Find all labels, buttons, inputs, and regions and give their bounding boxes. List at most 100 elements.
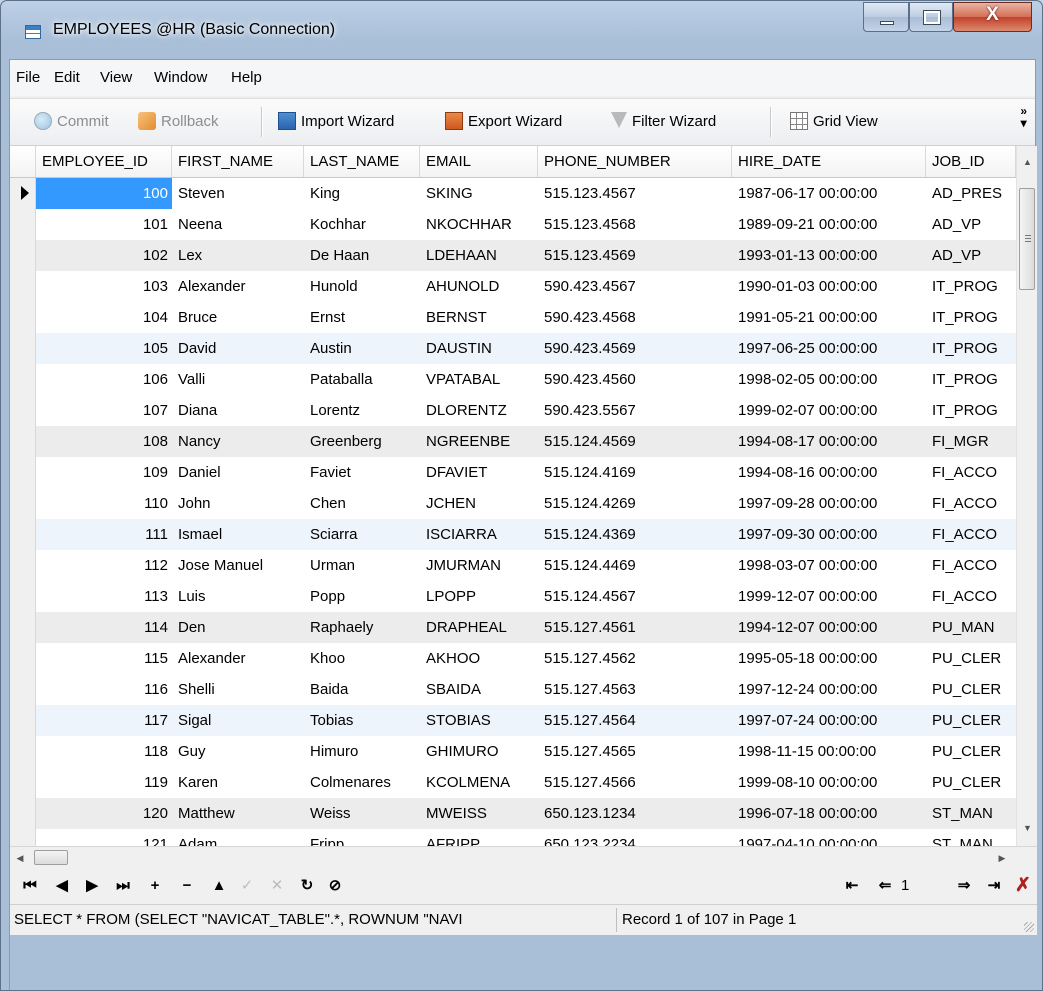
cell-first-name[interactable]: Den bbox=[172, 612, 304, 643]
table-row[interactable]: 120 Matthew Weiss MWEISS 650.123.1234 1996-07… bbox=[10, 798, 1016, 829]
cell-hire-date[interactable]: 1999-08-10 00:00:00 bbox=[732, 767, 926, 798]
cell-hire-date[interactable]: 1997-12-24 00:00:00 bbox=[732, 674, 926, 705]
cell-last-name[interactable]: Fripp bbox=[304, 829, 420, 846]
cell-last-name[interactable]: Hunold bbox=[304, 271, 420, 302]
row-indicator[interactable] bbox=[10, 209, 36, 240]
cell-job-id[interactable]: FI_ACCO bbox=[926, 519, 1016, 550]
menu-window[interactable]: Window bbox=[154, 69, 207, 86]
cell-job-id[interactable]: AD_PRES bbox=[926, 178, 1016, 209]
cell-hire-date[interactable]: 1997-07-24 00:00:00 bbox=[732, 705, 926, 736]
cell-employee-id[interactable]: 107 bbox=[36, 395, 172, 426]
cell-hire-date[interactable]: 1989-09-21 00:00:00 bbox=[732, 209, 926, 240]
cell-email[interactable]: DAUSTIN bbox=[420, 333, 538, 364]
cell-email[interactable]: SBAIDA bbox=[420, 674, 538, 705]
row-indicator[interactable] bbox=[10, 767, 36, 798]
cell-employee-id[interactable]: 113 bbox=[36, 581, 172, 612]
cell-hire-date[interactable]: 1997-06-25 00:00:00 bbox=[732, 333, 926, 364]
cell-first-name[interactable]: Ismael bbox=[172, 519, 304, 550]
cell-first-name[interactable]: Shelli bbox=[172, 674, 304, 705]
filter-wizard-button[interactable]: Filter Wizard bbox=[611, 110, 716, 134]
table-row[interactable]: 105 David Austin DAUSTIN 590.423.4569 1997-06… bbox=[10, 333, 1016, 364]
cell-first-name[interactable]: Adam bbox=[172, 829, 304, 846]
cell-email[interactable]: GHIMURO bbox=[420, 736, 538, 767]
cell-phone-number[interactable]: 515.124.4567 bbox=[538, 581, 732, 612]
row-indicator[interactable] bbox=[10, 488, 36, 519]
cell-job-id[interactable]: FI_ACCO bbox=[926, 581, 1016, 612]
table-row[interactable]: 101 Neena Kochhar NKOCHHAR 515.123.4568 1989-… bbox=[10, 209, 1016, 240]
cell-first-name[interactable]: Bruce bbox=[172, 302, 304, 333]
cell-job-id[interactable]: PU_CLER bbox=[926, 705, 1016, 736]
cell-email[interactable]: VPATABAL bbox=[420, 364, 538, 395]
vertical-scroll-thumb[interactable] bbox=[1019, 188, 1035, 290]
row-indicator[interactable] bbox=[10, 736, 36, 767]
close-button[interactable]: X bbox=[953, 2, 1032, 32]
row-indicator[interactable] bbox=[10, 519, 36, 550]
table-row[interactable]: 118 Guy Himuro GHIMURO 515.127.4565 1998-11-1… bbox=[10, 736, 1016, 767]
cell-last-name[interactable]: King bbox=[304, 178, 420, 209]
vertical-scrollbar[interactable]: ▲ ▼ bbox=[1016, 146, 1037, 846]
table-row[interactable]: 102 Lex De Haan LDEHAAN 515.123.4569 1993-01-… bbox=[10, 240, 1016, 271]
cell-last-name[interactable]: Himuro bbox=[304, 736, 420, 767]
row-indicator[interactable] bbox=[10, 395, 36, 426]
cell-employee-id[interactable]: 111 bbox=[36, 519, 172, 550]
cell-job-id[interactable]: AD_VP bbox=[926, 209, 1016, 240]
cell-first-name[interactable]: Sigal bbox=[172, 705, 304, 736]
menu-help[interactable]: Help bbox=[231, 69, 262, 86]
cell-phone-number[interactable]: 590.423.5567 bbox=[538, 395, 732, 426]
cell-hire-date[interactable]: 1994-08-17 00:00:00 bbox=[732, 426, 926, 457]
cell-job-id[interactable]: IT_PROG bbox=[926, 395, 1016, 426]
cell-last-name[interactable]: Chen bbox=[304, 488, 420, 519]
cell-last-name[interactable]: Greenberg bbox=[304, 426, 420, 457]
cell-job-id[interactable]: ST_MAN bbox=[926, 798, 1016, 829]
cell-email[interactable]: DFAVIET bbox=[420, 457, 538, 488]
first-page-button[interactable]: ⇤ bbox=[840, 876, 864, 896]
move-up-button[interactable]: ▲ bbox=[208, 876, 230, 896]
cell-email[interactable]: DRAPHEAL bbox=[420, 612, 538, 643]
cell-first-name[interactable]: Karen bbox=[172, 767, 304, 798]
cell-first-name[interactable]: Matthew bbox=[172, 798, 304, 829]
cell-employee-id[interactable]: 114 bbox=[36, 612, 172, 643]
next-page-button[interactable]: ⇒ bbox=[952, 876, 976, 896]
row-indicator[interactable] bbox=[10, 457, 36, 488]
row-indicator[interactable] bbox=[10, 674, 36, 705]
cell-employee-id[interactable]: 115 bbox=[36, 643, 172, 674]
row-indicator[interactable] bbox=[10, 612, 36, 643]
cell-email[interactable]: JCHEN bbox=[420, 488, 538, 519]
column-header-phone-number[interactable]: PHONE_NUMBER bbox=[538, 146, 732, 177]
cell-phone-number[interactable]: 590.423.4569 bbox=[538, 333, 732, 364]
cell-job-id[interactable]: IT_PROG bbox=[926, 364, 1016, 395]
table-row[interactable]: 103 Alexander Hunold AHUNOLD 590.423.4567 199… bbox=[10, 271, 1016, 302]
cell-last-name[interactable]: Colmenares bbox=[304, 767, 420, 798]
cell-phone-number[interactable]: 515.127.4562 bbox=[538, 643, 732, 674]
row-indicator[interactable] bbox=[10, 426, 36, 457]
cell-phone-number[interactable]: 590.423.4567 bbox=[538, 271, 732, 302]
cell-phone-number[interactable]: 515.124.4269 bbox=[538, 488, 732, 519]
cell-email[interactable]: LPOPP bbox=[420, 581, 538, 612]
prev-record-button[interactable]: ◀ bbox=[52, 876, 72, 896]
scroll-up-icon[interactable]: ▲ bbox=[1017, 152, 1038, 172]
cell-email[interactable]: NGREENBE bbox=[420, 426, 538, 457]
cell-first-name[interactable]: Daniel bbox=[172, 457, 304, 488]
row-indicator[interactable] bbox=[10, 581, 36, 612]
menu-edit[interactable]: Edit bbox=[54, 69, 80, 86]
row-indicator[interactable] bbox=[10, 240, 36, 271]
table-row[interactable]: 117 Sigal Tobias STOBIAS 515.127.4564 1997-07… bbox=[10, 705, 1016, 736]
import-wizard-button[interactable]: Import Wizard bbox=[278, 110, 394, 134]
cell-email[interactable]: BERNST bbox=[420, 302, 538, 333]
cell-phone-number[interactable]: 515.124.4369 bbox=[538, 519, 732, 550]
cell-email[interactable]: LDEHAAN bbox=[420, 240, 538, 271]
cell-employee-id[interactable]: 101 bbox=[36, 209, 172, 240]
page-number-field[interactable]: 1 bbox=[901, 876, 909, 896]
cell-hire-date[interactable]: 1997-04-10 00:00:00 bbox=[732, 829, 926, 846]
cell-email[interactable]: KCOLMENA bbox=[420, 767, 538, 798]
cell-job-id[interactable]: FI_ACCO bbox=[926, 457, 1016, 488]
cell-job-id[interactable]: FI_ACCO bbox=[926, 550, 1016, 581]
table-row[interactable]: 104 Bruce Ernst BERNST 590.423.4568 1991-05-2… bbox=[10, 302, 1016, 333]
title-bar[interactable]: EMPLOYEES @HR (Basic Connection) X bbox=[1, 1, 1042, 59]
cell-last-name[interactable]: Sciarra bbox=[304, 519, 420, 550]
cell-last-name[interactable]: Faviet bbox=[304, 457, 420, 488]
cell-hire-date[interactable]: 1999-02-07 00:00:00 bbox=[732, 395, 926, 426]
cell-hire-date[interactable]: 1987-06-17 00:00:00 bbox=[732, 178, 926, 209]
table-row[interactable]: 112 Jose Manuel Urman JMURMAN 515.124.4469 19… bbox=[10, 550, 1016, 581]
cell-email[interactable]: STOBIAS bbox=[420, 705, 538, 736]
